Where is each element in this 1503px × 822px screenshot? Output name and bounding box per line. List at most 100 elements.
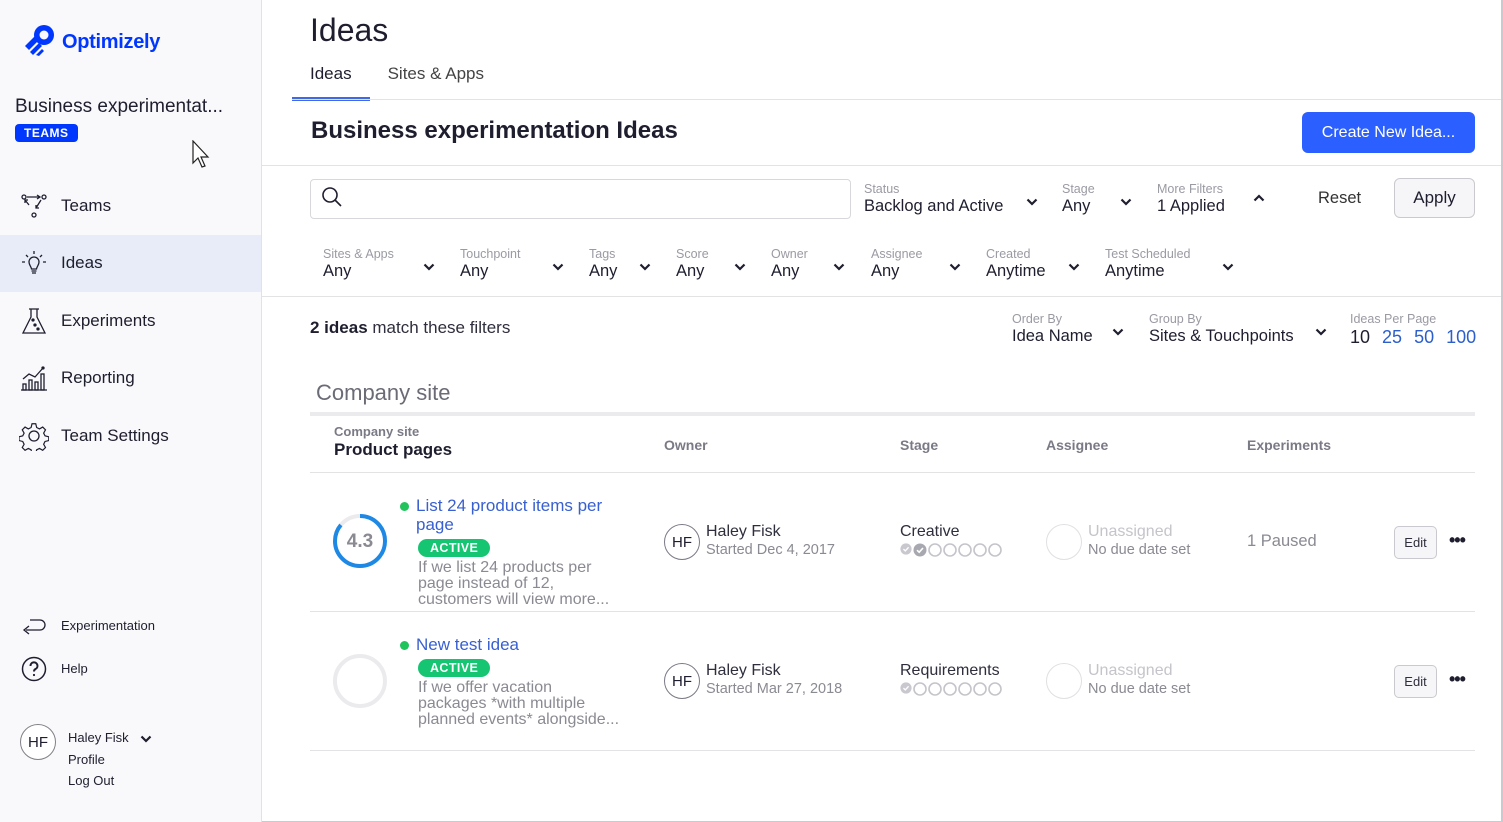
optimizely-logo[interactable]: Optimizely [22,22,160,63]
edit-button[interactable]: Edit [1394,665,1437,698]
column-experiments[interactable]: Experiments [1247,437,1331,453]
chevron-down-icon [639,258,651,276]
filter-created[interactable]: Created Anytime [986,247,1086,281]
help-link[interactable]: Help [0,647,261,690]
per-page-option-10[interactable]: 10 [1350,326,1370,348]
group-by-label: Group By [1149,312,1202,326]
more-options-icon[interactable]: ••• [1449,530,1466,551]
filter-touchpoint[interactable]: Touchpoint Any [460,247,570,281]
chevron-down-icon [1120,193,1132,211]
idea-title-link[interactable]: List 24 product items per page [416,496,626,534]
description-line: If we list 24 products per [418,559,592,576]
column-assignee[interactable]: Assignee [1046,437,1108,453]
assignee-name[interactable]: Unassigned [1088,523,1173,541]
section-title: Business experimentation Ideas [311,117,678,144]
assignee-avatar[interactable] [1046,524,1082,560]
order-by-select[interactable]: Order By Idea Name [1012,312,1127,346]
more-options-icon[interactable]: ••• [1449,669,1466,690]
filter-stage[interactable]: Stage Any [1062,182,1137,216]
help-label: Help [61,661,88,676]
logout-link[interactable]: Log Out [68,770,152,791]
chevron-down-icon [949,258,961,276]
idea-title-line: List 24 product items per [416,496,603,515]
experimentation-link[interactable]: Experimentation [0,604,261,647]
stage-step-empty-icon [988,682,1002,696]
search-input[interactable] [351,190,850,208]
filter-value: Any [323,262,352,280]
filter-tags[interactable]: Tags Any [589,247,659,281]
filter-test-scheduled[interactable]: Test Scheduled Anytime [1105,247,1235,281]
tab-sites-apps[interactable]: Sites & Apps [370,60,502,101]
filter-more-filters[interactable]: More Filters 1 Applied [1157,182,1267,216]
project-name[interactable]: Business experimentat... [15,96,223,118]
reset-button[interactable]: Reset [1318,189,1361,208]
description-line: customers will view more... [418,591,610,608]
idea-title-link[interactable]: New test idea [416,635,626,654]
assignee-avatar[interactable] [1046,663,1082,699]
filter-value: Any [771,262,800,280]
idea-description: If we offer vacation packages *with mult… [418,680,638,728]
sidebar-item-label: Team Settings [61,425,169,445]
idea-title-line: page [416,515,454,534]
profile-link[interactable]: Profile [68,749,152,770]
experiments-status[interactable]: 1 Paused [1247,532,1317,551]
filters-divider [262,296,1503,297]
filter-assignee[interactable]: Assignee Any [871,247,966,281]
sidebar-item-experiments[interactable]: Experiments [0,292,261,350]
filter-owner[interactable]: Owner Any [771,247,851,281]
sidebar-item-team-settings[interactable]: Team Settings [0,407,261,465]
column-owner[interactable]: Owner [664,437,708,453]
column-stage[interactable]: Stage [900,437,938,453]
per-page-option-100[interactable]: 100 [1446,326,1476,348]
sidebar-item-label: Teams [61,195,112,215]
idea-description: If we list 24 products per page instead … [418,560,638,608]
edit-button[interactable]: Edit [1394,526,1437,559]
tab-ideas[interactable]: Ideas [292,60,370,101]
sidebar-nav: Teams Ideas Experiments Reporting Team S… [0,177,261,465]
chevron-down-icon [140,728,152,749]
search-box[interactable] [310,179,851,219]
stage-step-complete-icon [913,543,927,557]
status-dot-icon [400,641,409,650]
stage-step-complete-icon [900,682,912,694]
description-line: If we offer vacation [418,679,552,696]
sidebar-item-reporting[interactable]: Reporting [0,350,261,408]
order-by-value: Idea Name [1012,327,1093,345]
owner-name: Haley Fisk [706,523,781,540]
site-label: Company site [334,424,420,439]
filter-label: Owner [771,247,808,261]
gear-icon [19,421,49,451]
filter-label: Touchpoint [460,247,521,261]
filter-value: Any [676,262,705,280]
table-header: Company site Product pages Owner Stage A… [310,416,1475,473]
filter-sites-apps[interactable]: Sites & Apps Any [323,247,438,281]
stage-step-empty-icon [943,682,957,696]
chevron-down-icon [552,258,564,276]
chevron-down-icon [1068,258,1080,276]
filter-status[interactable]: Status Backlog and Active [864,182,1044,216]
stage-step-empty-icon [943,543,957,557]
chart-icon [19,363,49,393]
chevron-down-icon [833,258,845,276]
stage-name: Requirements [900,662,1000,679]
teams-badge: TEAMS [15,124,78,142]
page-title: Ideas [310,12,389,48]
sidebar-item-teams[interactable]: Teams [0,177,261,235]
create-new-idea-button[interactable]: Create New Idea... [1302,112,1475,153]
sidebar-item-ideas[interactable]: Ideas [0,234,261,292]
user-name: Haley Fisk [68,730,129,745]
table-row: 4.3 List 24 product items per page ACTIV… [310,473,1475,612]
user-name-dropdown[interactable]: Haley Fisk [68,727,152,749]
owner-name: Haley Fisk [706,662,781,679]
group-by-select[interactable]: Group By Sites & Touchpoints [1149,312,1329,346]
apply-button[interactable]: Apply [1394,178,1475,218]
filter-label: Test Scheduled [1105,247,1191,261]
assignee-name[interactable]: Unassigned [1088,662,1173,680]
per-page-option-50[interactable]: 50 [1414,326,1434,348]
stage-progress [900,543,1002,557]
tabs-divider [292,99,1503,100]
help-icon [20,655,48,683]
per-page-option-25[interactable]: 25 [1382,326,1402,348]
user-avatar[interactable]: HF [20,724,56,760]
filter-score[interactable]: Score Any [676,247,756,281]
